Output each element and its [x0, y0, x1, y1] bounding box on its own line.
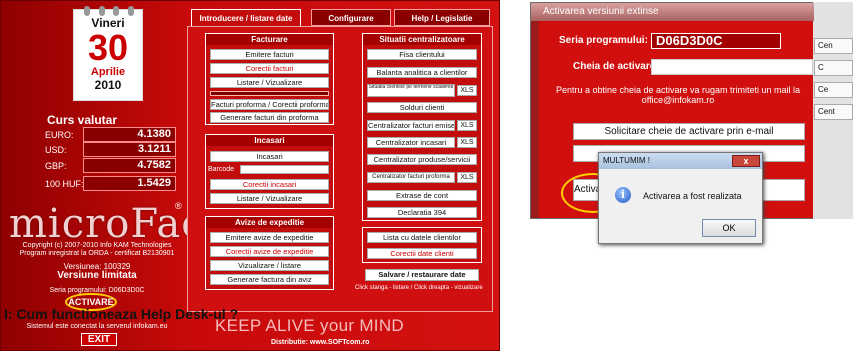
rate-label: EURO: — [45, 130, 74, 140]
situatii-title: Situatii centralizatoare — [363, 34, 481, 45]
rate-row-huf: 100 HUF: 1.5429 — [45, 176, 176, 191]
activation-key-input[interactable] — [651, 59, 813, 75]
centralizator-incasari-button[interactable]: Centralizator incasari — [367, 137, 455, 148]
dialog-title: Activarea versiunii extinse — [531, 3, 814, 21]
rate-label: 100 HUF: — [45, 179, 84, 189]
corectii-incasari-button[interactable]: Corectii incasari — [210, 179, 329, 190]
proforma-button[interactable]: Facturi proforma / Corectii proforma — [210, 99, 329, 110]
corectii-clienti-button[interactable]: Corectii date clienti — [367, 248, 477, 259]
click-hint: Click stanga - listare / Click dreapta -… — [355, 285, 483, 291]
main-panel: Facturare Emitere facturi Corectii factu… — [187, 26, 493, 312]
thanks-message-box: MULTUMIM ! x i Activarea a fost realizat… — [598, 152, 763, 244]
distributor-link[interactable]: Distributie: www.SOFTcom.ro — [271, 339, 369, 346]
msgbox-title: MULTUMIM ! x — [599, 153, 762, 169]
listare-incasari-button[interactable]: Listare / Vizualizare — [210, 193, 329, 204]
emitere-facturi-button[interactable]: Emitere facturi — [210, 49, 329, 60]
avize-title: Avize de expeditie — [206, 217, 333, 228]
tab-configurare[interactable]: Configurare — [311, 9, 391, 26]
copyright-text: Copyright (c) 2007-2010 Info KAM Technol… — [22, 242, 172, 249]
rate-value: 4.1380 — [83, 127, 176, 142]
rate-label: GBP: — [45, 161, 67, 171]
rate-value: 4.7582 — [83, 158, 176, 173]
side-tab[interactable]: C — [814, 60, 853, 76]
facturare-title: Facturare — [206, 34, 333, 45]
lista-clienti-button[interactable]: Lista cu datele clientilor — [367, 232, 477, 243]
xls-button[interactable]: XLS — [457, 137, 477, 148]
version-type: Versiune limitata — [57, 270, 137, 281]
registered-mark: ® — [175, 201, 182, 211]
barcode-label: Barcode — [208, 166, 235, 173]
server-status: Sistemul este conectat la serverul infok… — [26, 323, 168, 330]
declaratia-394-button[interactable]: Declaratia 394 — [367, 207, 477, 218]
xls-button[interactable]: XLS — [457, 172, 477, 183]
vizualizare-avize-button[interactable]: Vizualizare / listare — [210, 260, 329, 271]
side-tab[interactable]: Ce — [814, 82, 853, 98]
side-tab[interactable]: Cen — [814, 38, 853, 54]
tab-help[interactable]: Help / Legislatie — [394, 9, 490, 26]
situatii-section: Situatii centralizatoare Fisa clientului… — [362, 33, 482, 221]
situatia-termene-button[interactable]: Situatia clientilor pe termene scadente — [367, 84, 455, 97]
calendar-month: Aprilie — [90, 66, 126, 78]
key-label: Cheia de activare: — [573, 61, 659, 72]
emitere-avize-button[interactable]: Emitere avize de expeditie — [210, 232, 329, 243]
msgbox-message: Activarea a fost realizata — [643, 191, 742, 201]
slogan: KEEP ALIVE your MIND — [215, 316, 404, 335]
corectii-facturi-button[interactable]: Corectii facturi — [210, 63, 329, 74]
listare-facturi-button[interactable]: Listare / Vizualizare — [210, 77, 329, 88]
facturare-separator — [210, 91, 329, 96]
barcode-input[interactable] — [240, 165, 329, 174]
generare-factura-aviz-button[interactable]: Generare factura din aviz — [210, 274, 329, 285]
help-question: I: Cum functioneaza Help Desk-ul ? — [4, 306, 239, 322]
rate-label: USD: — [45, 145, 67, 155]
clienti-section: Lista cu datele clientilor Corectii date… — [362, 227, 482, 263]
balanta-clienti-button[interactable]: Balanta analitica a clientilor — [367, 67, 477, 78]
msgbox-title-text: MULTUMIM ! — [603, 156, 650, 165]
centralizator-proforma-button[interactable]: Centralizator facturi proforma — [367, 172, 455, 183]
solduri-clienti-button[interactable]: Solduri clienti — [367, 102, 477, 113]
fisa-clientului-button[interactable]: Fisa clientului — [367, 49, 477, 60]
incasari-title: Incasari — [206, 135, 333, 146]
program-registration: Program inregistrat la ORDA - certificat… — [19, 250, 175, 257]
calendar-year: 2010 — [94, 78, 122, 92]
ok-button[interactable]: OK — [702, 219, 756, 237]
corectii-avize-button[interactable]: Corectii avize de expeditie — [210, 246, 329, 257]
facturare-section: Facturare Emitere facturi Corectii factu… — [205, 33, 334, 125]
exchange-rate-title: Curs valutar — [47, 113, 118, 127]
salvare-restaurare-button[interactable]: Salvare / restaurare date — [365, 269, 479, 281]
avize-section: Avize de expeditie Emitere avize de expe… — [205, 216, 334, 290]
side-tab[interactable]: Cent — [814, 104, 853, 120]
calendar-day: 30 — [87, 27, 129, 68]
info-icon: i — [615, 187, 631, 203]
rate-row-gbp: GBP: 4.7582 — [45, 158, 176, 173]
close-button[interactable]: x — [732, 155, 760, 167]
rate-row-usd: USD: 3.1211 — [45, 142, 176, 157]
incasari-button[interactable]: Incasari — [210, 151, 329, 162]
calendar-widget: Vineri 30 Aprilie 2010 — [73, 6, 143, 101]
serial-value: D06D3D0C — [651, 33, 781, 49]
rate-value: 3.1211 — [83, 142, 176, 157]
request-key-button[interactable]: Solicitare cheie de activare prin e-mail — [573, 123, 805, 140]
centralizator-facturi-button[interactable]: Centralizator facturi emise — [367, 120, 455, 131]
serial-label: Seria programului: — [559, 35, 648, 46]
tab-introducere[interactable]: Introducere / listare date — [191, 9, 301, 26]
microfact-main-window: Vineri 30 Aprilie 2010 Curs valutar EURO… — [0, 0, 500, 351]
incasari-section: Incasari Incasari Barcode Corectii incas… — [205, 134, 334, 209]
rate-row-euro: EURO: 4.1380 — [45, 127, 176, 142]
xls-button[interactable]: XLS — [457, 85, 477, 96]
info-text: Pentru a obtine cheia de activare va rug… — [555, 85, 801, 105]
centralizator-produse-button[interactable]: Centralizator produse/servicii — [367, 154, 477, 165]
exit-button[interactable]: EXIT — [81, 333, 117, 346]
xls-button[interactable]: XLS — [457, 120, 477, 131]
generare-proforma-button[interactable]: Generare facturi din proforma — [210, 112, 329, 123]
rate-value: 1.5429 — [83, 176, 176, 191]
extrase-cont-button[interactable]: Extrase de cont — [367, 190, 477, 201]
